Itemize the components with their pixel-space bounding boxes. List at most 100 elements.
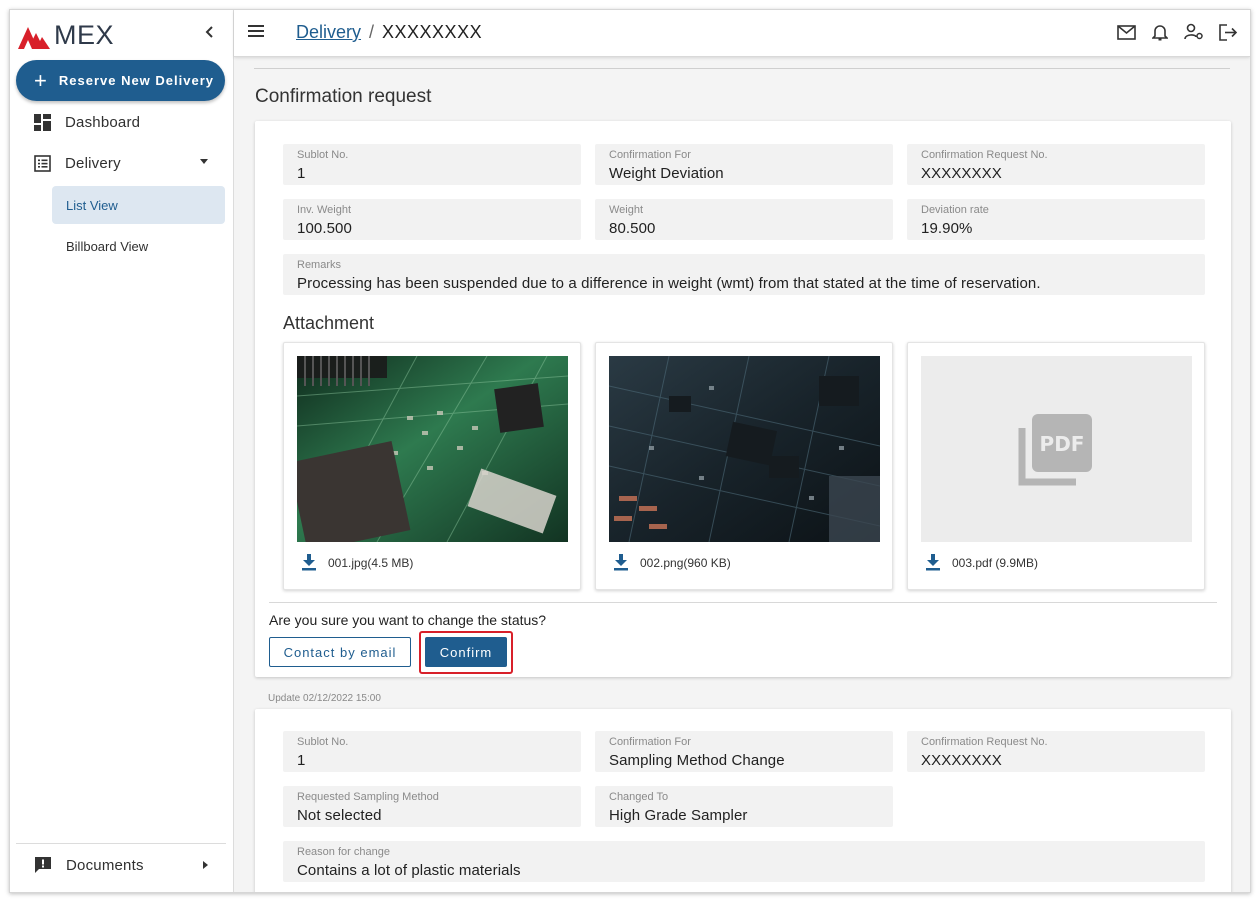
confirmation-for-field: Confirmation For Weight Deviation <box>595 144 893 185</box>
attachment-filename: 002.png(960 KB) <box>640 555 731 570</box>
mail-button[interactable] <box>1116 22 1136 42</box>
field-value: 19.90% <box>921 220 973 237</box>
sidebar-item-dashboard[interactable]: Dashboard <box>10 102 234 142</box>
confirmation-request-card: Sublot No. 1 Confirmation For Weight Dev… <box>255 121 1231 677</box>
attachment-download[interactable]: 001.jpg(4.5 MB) <box>302 554 413 571</box>
pdf-icon: PDF <box>921 356 1192 542</box>
field-value: Contains a lot of plastic materials <box>297 862 521 879</box>
attachment-title: Attachment <box>283 313 375 333</box>
download-icon <box>926 554 940 571</box>
attachment-thumbnail[interactable] <box>297 356 568 542</box>
contact-by-email-button[interactable]: Contact by email <box>269 637 411 667</box>
field-value: 1 <box>297 165 306 182</box>
attachment-thumbnail[interactable]: PDF <box>921 356 1192 542</box>
field-value: 100.500 <box>297 220 352 237</box>
sidebar: MEX + Reserve New Delivery Dashboard Del… <box>10 10 234 892</box>
changed-to-field: Changed To High Grade Sampler <box>595 786 893 827</box>
field-label: Requested Sampling Method <box>297 791 439 803</box>
sublot-field: Sublot No. 1 <box>283 731 581 772</box>
logout-button[interactable] <box>1218 22 1238 42</box>
attachment-card: 002.png(960 KB) <box>595 342 893 590</box>
circuit-board-image <box>297 356 568 542</box>
user-settings-button[interactable] <box>1184 22 1204 42</box>
breadcrumb-delivery-link[interactable]: Delivery <box>296 22 361 43</box>
field-value: 1 <box>297 752 306 769</box>
reserve-new-delivery-button[interactable]: + Reserve New Delivery <box>16 60 225 101</box>
sidebar-item-list-view[interactable]: List View <box>52 186 225 224</box>
field-value: XXXXXXXX <box>921 165 1002 182</box>
status-change-question: Are you sure you want to change the stat… <box>269 612 547 628</box>
menu-icon <box>248 25 264 37</box>
attachment-card: PDF 003.pdf (9.9MB) <box>907 342 1205 590</box>
update-timestamp: Update 02/12/2022 15:00 <box>268 693 381 704</box>
header-actions <box>1116 22 1238 42</box>
sidebar-item-label: Documents <box>66 856 144 874</box>
top-divider <box>254 68 1230 69</box>
reserve-new-delivery-label: Reserve New Delivery <box>58 73 215 88</box>
request-number-field: Confirmation Request No. XXXXXXXX <box>907 144 1205 185</box>
bell-icon <box>1152 25 1168 41</box>
list-icon <box>34 154 51 172</box>
logo-mark-icon <box>18 27 50 49</box>
menu-button[interactable] <box>248 24 266 43</box>
field-label: Changed To <box>609 791 669 803</box>
sidebar-item-label: Dashboard <box>65 113 141 131</box>
chevron-left-icon <box>205 26 213 38</box>
sidebar-divider <box>16 843 226 844</box>
sidebar-item-label: Delivery <box>65 154 121 172</box>
top-bar: Delivery / XXXXXXXX <box>234 10 1250 57</box>
field-value: High Grade Sampler <box>609 807 748 824</box>
main-content: Confirmation request Sublot No. 1 Confir… <box>234 57 1250 892</box>
download-icon <box>614 554 628 571</box>
confirm-button[interactable]: Confirm <box>425 637 507 667</box>
inv-weight-field: Inv. Weight 100.500 <box>283 199 581 240</box>
caret-down-icon <box>200 159 208 164</box>
user-settings-icon <box>1184 23 1203 40</box>
attachment-download[interactable]: 003.pdf (9.9MB) <box>926 554 1038 571</box>
plus-icon: + <box>34 67 47 93</box>
pdf-badge-text: PDF <box>1040 432 1085 456</box>
field-label: Confirmation For <box>609 149 691 161</box>
breadcrumb: Delivery / XXXXXXXX <box>296 22 482 43</box>
breadcrumb-separator: / <box>369 22 375 42</box>
mail-icon <box>1116 24 1136 40</box>
page-title: Confirmation request <box>255 86 432 107</box>
collapse-sidebar-button[interactable] <box>200 22 220 42</box>
field-value: XXXXXXXX <box>921 752 1002 769</box>
caret-right-icon <box>203 861 208 869</box>
breadcrumb-current: XXXXXXXX <box>382 22 483 42</box>
circuit-board-image <box>609 356 880 542</box>
download-icon <box>302 554 316 571</box>
field-label: Confirmation Request No. <box>921 149 1048 161</box>
dashboard-icon <box>34 113 51 131</box>
sidebar-item-billboard-view[interactable]: Billboard View <box>52 227 225 265</box>
notifications-button[interactable] <box>1150 22 1170 42</box>
comment-alert-icon <box>35 857 51 873</box>
deviation-rate-field: Deviation rate 19.90% <box>907 199 1205 240</box>
card-divider <box>269 602 1217 603</box>
attachment-card: 001.jpg(4.5 MB) <box>283 342 581 590</box>
field-value: Sampling Method Change <box>609 752 785 769</box>
logo-text: MEX <box>54 19 115 50</box>
field-label: Sublot No. <box>297 149 349 161</box>
weight-field: Weight 80.500 <box>595 199 893 240</box>
sublot-field: Sublot No. 1 <box>283 144 581 185</box>
sidebar-item-delivery[interactable]: Delivery <box>10 143 234 183</box>
reason-for-change-field: Reason for change Contains a lot of plas… <box>283 841 1205 882</box>
attachment-filename: 003.pdf (9.9MB) <box>952 555 1039 570</box>
field-label: Reason for change <box>297 846 390 858</box>
logout-icon <box>1218 23 1237 41</box>
field-value: 80.500 <box>609 220 656 237</box>
attachment-download[interactable]: 002.png(960 KB) <box>614 554 731 571</box>
attachment-filename: 001.jpg(4.5 MB) <box>328 555 414 570</box>
field-value: Not selected <box>297 807 382 824</box>
sidebar-item-documents[interactable]: Documents <box>10 845 234 885</box>
field-label: Weight <box>609 204 644 216</box>
confirmation-request-card: Sublot No. 1 Confirmation For Sampling M… <box>255 709 1231 892</box>
logo: MEX <box>18 20 114 50</box>
remarks-field: Remarks Processing has been suspended du… <box>283 254 1205 295</box>
attachment-thumbnail[interactable] <box>609 356 880 542</box>
requested-sampling-method-field: Requested Sampling Method Not selected <box>283 786 581 827</box>
app-window: MEX + Reserve New Delivery Dashboard Del… <box>9 9 1251 893</box>
field-label: Inv. Weight <box>297 204 352 216</box>
